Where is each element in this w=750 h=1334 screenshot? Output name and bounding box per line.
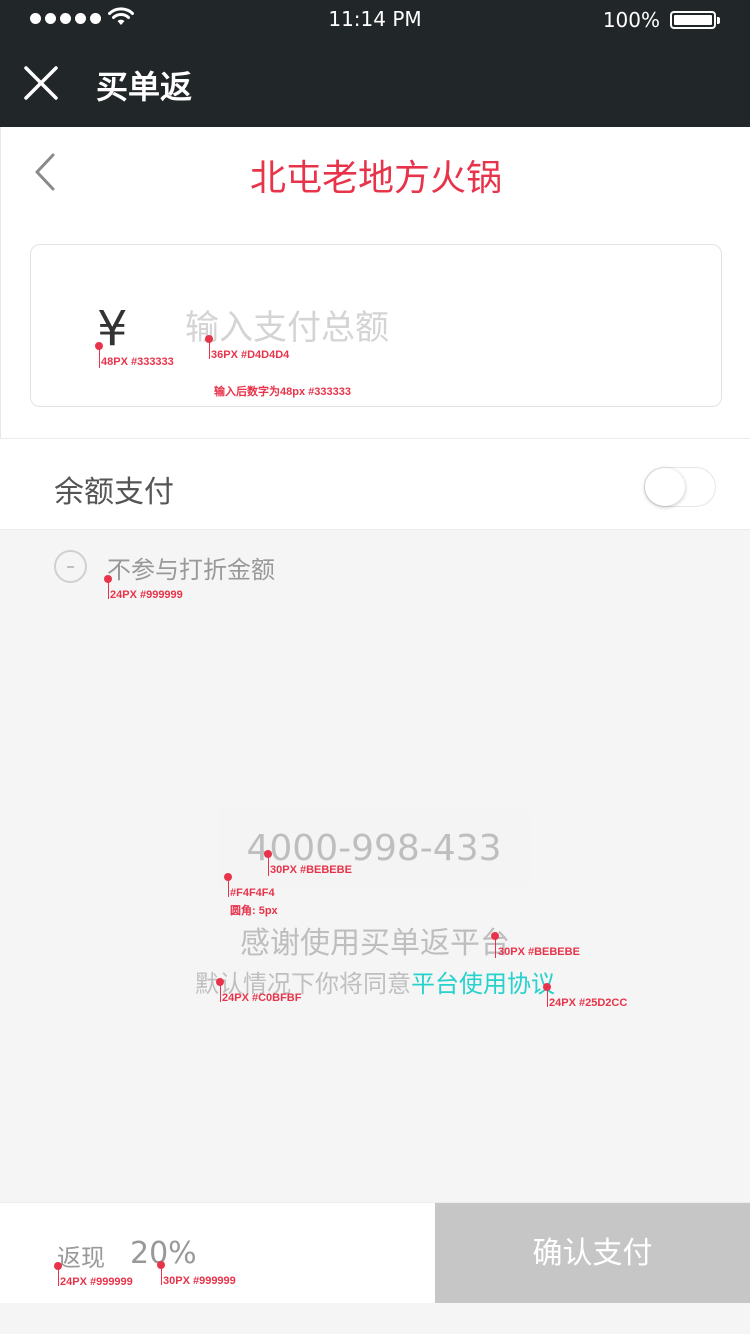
amount-input[interactable] [185, 303, 665, 353]
app-header: 买单返 [0, 40, 750, 127]
battery-percent: 100% [602, 8, 660, 32]
merchant-panel: 北屯老地方火锅 ¥ 48PX #333333 36PX #D4D4D4 输入后数… [0, 127, 750, 438]
annotation-phone: 30PX #BEBEBE [270, 864, 352, 876]
page-title: 买单返 [96, 68, 193, 106]
annotation-placeholder: 36PX #D4D4D4 [211, 349, 290, 361]
annotation-agree: 24PX #C0BFBF [222, 992, 302, 1004]
exclude-amount-radio[interactable] [54, 550, 87, 583]
annotation-yen: 48PX #333333 [101, 356, 174, 368]
service-phone[interactable]: 4000-998-433 [218, 828, 530, 869]
balance-payment-row: 余额支付 [0, 438, 750, 530]
footer-bar: 返现 20% 确认支付 24PX #999999 30PX #999999 [0, 1202, 750, 1304]
merchant-name: 北屯老地方火锅 [249, 158, 502, 199]
annotation-cashback-value: 30PX #999999 [163, 1275, 236, 1287]
annotation-cashback-label: 24PX #999999 [60, 1276, 133, 1288]
minus-icon [67, 566, 74, 568]
cashback-label: 返现 [57, 1244, 105, 1272]
status-bar: 11:14 PM 100% [0, 0, 750, 40]
close-icon[interactable] [22, 64, 60, 102]
bottom-safe-area [0, 1303, 750, 1334]
annotation-input-note: 输入后数字为48px #333333 [214, 386, 351, 398]
annotation-box-radius: 圆角: 5px [230, 905, 278, 917]
battery-icon [670, 11, 720, 29]
annotation-link: 24PX #25D2CC [549, 997, 628, 1009]
annotation-exclude: 24PX #999999 [110, 589, 183, 601]
agreement-link[interactable]: 平台使用协议 [411, 970, 555, 998]
agreement-text: 默认情况下你将同意平台使用协议 [0, 964, 750, 999]
amount-input-box[interactable]: ¥ [30, 244, 722, 407]
confirm-payment-button[interactable]: 确认支付 [435, 1203, 750, 1304]
service-phone-box[interactable]: 4000-998-433 [218, 808, 530, 888]
thanks-text: 感谢使用买单返平台 [240, 926, 510, 961]
toggle-knob [645, 468, 685, 506]
annotation-box-color: #F4F4F4 [230, 887, 275, 899]
exclude-amount-label[interactable]: 不参与打折金额 [107, 550, 275, 585]
balance-label: 余额支付 [54, 475, 174, 510]
annotation-thanks: 30PX #BEBEBE [498, 946, 580, 958]
balance-toggle[interactable] [644, 467, 716, 507]
